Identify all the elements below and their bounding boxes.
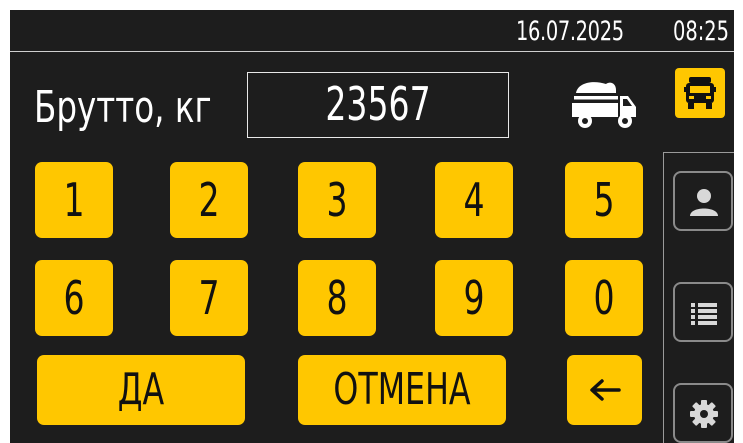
gross-weight-input[interactable]: 23567 xyxy=(247,72,509,138)
key-4[interactable]: 4 xyxy=(435,162,513,238)
confirm-button-label: ДА xyxy=(117,364,165,415)
settings-button[interactable] xyxy=(673,383,733,443)
sidebar xyxy=(663,152,734,443)
user-button[interactable] xyxy=(673,171,733,231)
key-5-label: 5 xyxy=(593,173,615,227)
key-2-label: 2 xyxy=(198,173,220,227)
confirm-button[interactable]: ДА xyxy=(37,355,245,425)
gross-weight-value: 23567 xyxy=(325,77,431,131)
gear-icon xyxy=(690,400,718,428)
key-6[interactable]: 6 xyxy=(35,260,113,336)
key-3[interactable]: 3 xyxy=(298,162,376,238)
key-8[interactable]: 8 xyxy=(298,260,376,336)
key-9-label: 9 xyxy=(463,271,485,325)
key-7[interactable]: 7 xyxy=(170,260,248,336)
user-icon xyxy=(690,189,718,216)
key-7-label: 7 xyxy=(198,271,220,325)
key-1-label: 1 xyxy=(63,173,85,227)
backspace-button[interactable] xyxy=(567,355,642,425)
loaded-truck-icon xyxy=(572,82,636,128)
vehicle-button[interactable] xyxy=(675,68,725,118)
status-bar: 16.07.2025 08:25 xyxy=(10,10,734,52)
key-8-label: 8 xyxy=(326,271,348,325)
cancel-button-label: ОТМЕНА xyxy=(333,364,471,415)
key-0-label: 0 xyxy=(593,271,615,325)
cancel-button[interactable]: ОТМЕНА xyxy=(298,355,506,425)
key-1[interactable]: 1 xyxy=(35,162,113,238)
key-4-label: 4 xyxy=(463,173,485,227)
key-0[interactable]: 0 xyxy=(565,260,643,336)
weighing-terminal-screen: 16.07.2025 08:25 Брутто, кг 23567 1 2 3 … xyxy=(10,10,734,443)
key-9[interactable]: 9 xyxy=(435,260,513,336)
list-button[interactable] xyxy=(673,282,733,342)
status-time: 08:25 xyxy=(673,16,730,47)
key-6-label: 6 xyxy=(63,271,85,325)
key-2[interactable]: 2 xyxy=(170,162,248,238)
gross-weight-label: Брутто, кг xyxy=(34,82,212,133)
key-5[interactable]: 5 xyxy=(565,162,643,238)
truck-front-icon xyxy=(684,77,716,109)
status-date: 16.07.2025 xyxy=(516,16,624,47)
list-icon xyxy=(691,303,717,325)
key-3-label: 3 xyxy=(326,173,348,227)
arrow-left-icon xyxy=(590,379,621,401)
